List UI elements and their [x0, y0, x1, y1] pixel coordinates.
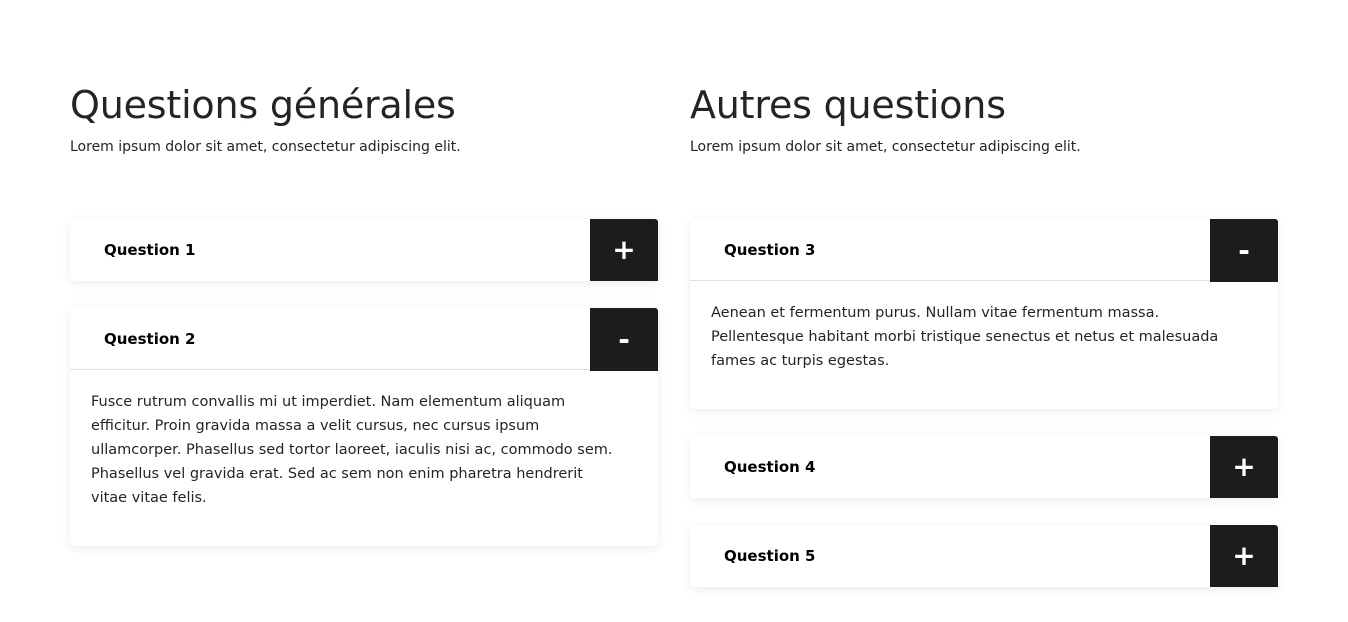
faq-header[interactable]: Question 2 -	[70, 308, 658, 371]
faq-answer-text: Fusce rutrum convallis mi ut imperdiet. …	[91, 394, 613, 506]
minus-icon[interactable]: -	[1210, 219, 1278, 282]
faq-question-label: Question 4	[724, 458, 816, 476]
faq-header[interactable]: Question 5 +	[690, 525, 1278, 587]
faq-item-question-5: Question 5 +	[690, 525, 1278, 587]
faq-question-label: Question 1	[104, 241, 196, 259]
section-title: Questions générales	[70, 83, 456, 127]
faq-item-question-4: Question 4 +	[690, 436, 1278, 498]
faq-item-question-2: Question 2 - Fusce rutrum convallis mi u…	[70, 308, 658, 546]
faq-page: Questions générales Lorem ipsum dolor si…	[0, 0, 1348, 622]
faq-question-label: Question 2	[104, 330, 196, 348]
minus-icon[interactable]: -	[590, 308, 658, 371]
faq-answer-text: Aenean et fermentum purus. Nullam vitae …	[711, 305, 1219, 369]
section-subtitle: Lorem ipsum dolor sit amet, consectetur …	[70, 139, 461, 155]
plus-icon[interactable]: +	[1210, 525, 1278, 587]
section-subtitle: Lorem ipsum dolor sit amet, consectetur …	[690, 139, 1081, 155]
section-title: Autres questions	[690, 83, 1006, 127]
plus-icon[interactable]: +	[1210, 436, 1278, 498]
faq-item-question-3: Question 3 - Aenean et fermentum purus. …	[690, 219, 1278, 409]
faq-question-label: Question 3	[724, 241, 816, 259]
plus-icon[interactable]: +	[590, 219, 658, 281]
faq-header[interactable]: Question 1 +	[70, 219, 658, 281]
faq-item-question-1: Question 1 +	[70, 219, 658, 281]
faq-header[interactable]: Question 3 -	[690, 219, 1278, 282]
faq-header[interactable]: Question 4 +	[690, 436, 1278, 498]
faq-question-label: Question 5	[724, 547, 816, 565]
